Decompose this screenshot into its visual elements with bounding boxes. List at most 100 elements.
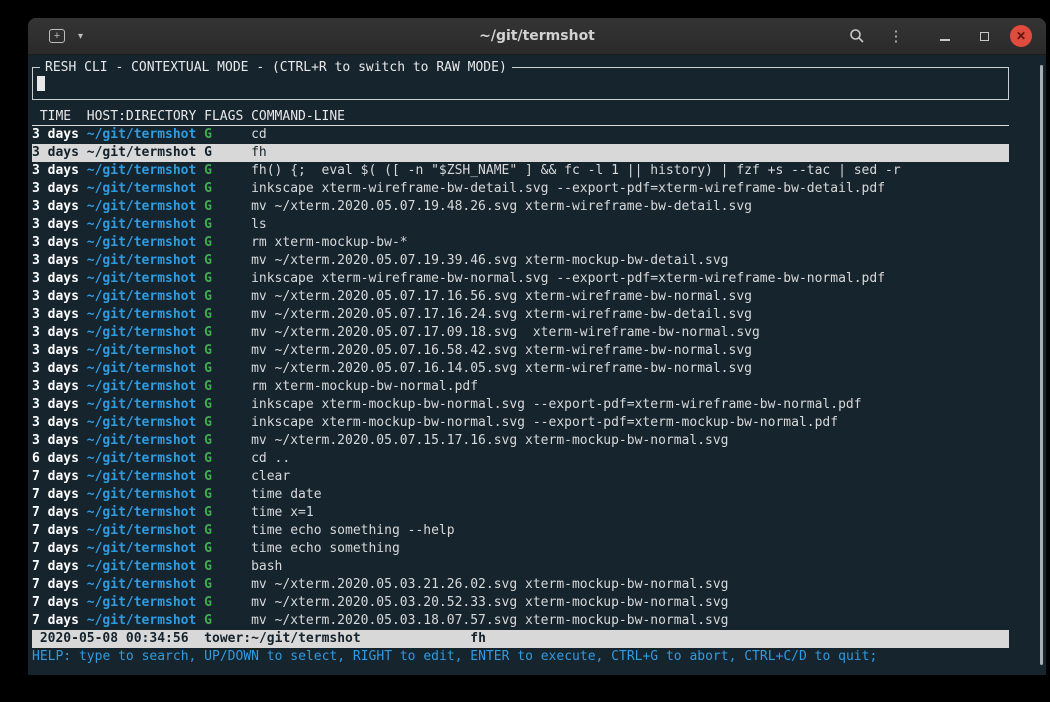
history-command: time date xyxy=(251,486,1009,504)
history-row[interactable]: 3 days ~/git/termshot G mv ~/xterm.2020.… xyxy=(32,360,1009,378)
history-row[interactable]: 3 days ~/git/termshot G mv ~/xterm.2020.… xyxy=(32,252,1009,270)
history-host-directory: ~/git/termshot xyxy=(87,378,197,396)
history-host-directory: ~/git/termshot xyxy=(87,126,197,144)
history-flags: G xyxy=(204,576,243,594)
titlebar: + ▾ ~/git/termshot ⋮ xyxy=(28,18,1046,55)
history-time: 3 days xyxy=(32,144,79,162)
history-row[interactable]: 7 days ~/git/termshot G mv ~/xterm.2020.… xyxy=(32,612,1009,630)
history-table-header: TIME HOST:DIRECTORY FLAGS COMMAND-LINE xyxy=(32,108,1009,126)
history-host-directory: ~/git/termshot xyxy=(87,396,197,414)
restore-button[interactable] xyxy=(971,23,997,49)
history-time: 3 days xyxy=(32,180,79,198)
history-flags: G xyxy=(204,414,243,432)
history-time: 7 days xyxy=(32,612,79,630)
history-flags: G xyxy=(204,198,243,216)
history-row[interactable]: 3 days ~/git/termshot G inkscape xterm-m… xyxy=(32,414,1009,432)
history-command: mv ~/xterm.2020.05.07.17.16.56.svg xterm… xyxy=(251,288,1009,306)
history-host-directory: ~/git/termshot xyxy=(87,198,197,216)
history-row[interactable]: 3 days ~/git/termshot G fh() {; eval $( … xyxy=(32,162,1009,180)
history-flags: G xyxy=(204,306,243,324)
history-row[interactable]: 3 days ~/git/termshot G fh xyxy=(32,144,1009,162)
history-host-directory: ~/git/termshot xyxy=(87,540,197,558)
kebab-menu-icon: ⋮ xyxy=(889,27,904,45)
history-row[interactable]: 3 days ~/git/termshot G inkscape xterm-w… xyxy=(32,180,1009,198)
history-command: fh xyxy=(251,144,1009,162)
history-flags: G xyxy=(204,270,243,288)
history-row[interactable]: 3 days ~/git/termshot G mv ~/xterm.2020.… xyxy=(32,324,1009,342)
menu-button[interactable]: ⋮ xyxy=(883,23,909,49)
terminal-screen[interactable]: RESH CLI - CONTEXTUAL MODE - (CTRL+R to … xyxy=(28,55,1046,675)
history-host-directory: ~/git/termshot xyxy=(87,234,197,252)
tab-dropdown-button[interactable]: ▾ xyxy=(78,31,83,42)
new-tab-icon: + xyxy=(49,29,65,43)
history-row[interactable]: 7 days ~/git/termshot G mv ~/xterm.2020.… xyxy=(32,594,1009,612)
header-time: TIME xyxy=(32,108,79,125)
resh-search-box[interactable]: RESH CLI - CONTEXTUAL MODE - (CTRL+R to … xyxy=(32,67,1009,100)
header-command-line: COMMAND-LINE xyxy=(251,108,1009,125)
history-time: 3 days xyxy=(32,198,79,216)
history-row[interactable]: 7 days ~/git/termshot G time echo someth… xyxy=(32,540,1009,558)
history-time: 3 days xyxy=(32,306,79,324)
history-flags: G xyxy=(204,450,243,468)
history-flags: G xyxy=(204,216,243,234)
history-row[interactable]: 3 days ~/git/termshot G rm xterm-mockup-… xyxy=(32,234,1009,252)
history-row[interactable]: 7 days ~/git/termshot G time echo someth… xyxy=(32,522,1009,540)
history-command: mv ~/xterm.2020.05.07.17.16.24.svg xterm… xyxy=(251,306,1009,324)
search-button[interactable] xyxy=(844,23,870,49)
history-flags: G xyxy=(204,432,243,450)
terminal-scrollbar[interactable] xyxy=(1040,65,1043,665)
minimize-button[interactable] xyxy=(932,23,958,49)
history-flags: G xyxy=(204,252,243,270)
history-command: fh() {; eval $( ([ -n "$ZSH_NAME" ] && f… xyxy=(251,162,1009,180)
history-time: 3 days xyxy=(32,396,79,414)
history-host-directory: ~/git/termshot xyxy=(87,486,197,504)
history-host-directory: ~/git/termshot xyxy=(87,306,197,324)
history-rows: 3 days ~/git/termshot G cd 3 days ~/git/… xyxy=(32,126,1009,630)
history-time: 3 days xyxy=(32,342,79,360)
history-command: mv ~/xterm.2020.05.07.15.17.16.svg xterm… xyxy=(251,432,1009,450)
history-time: 3 days xyxy=(32,270,79,288)
history-row[interactable]: 3 days ~/git/termshot G rm xterm-mockup-… xyxy=(32,378,1009,396)
history-time: 3 days xyxy=(32,252,79,270)
history-time: 6 days xyxy=(32,450,79,468)
history-row[interactable]: 7 days ~/git/termshot G time date xyxy=(32,486,1009,504)
history-flags: G xyxy=(204,126,243,144)
history-row[interactable]: 7 days ~/git/termshot G bash xyxy=(32,558,1009,576)
history-row[interactable]: 3 days ~/git/termshot G inkscape xterm-m… xyxy=(32,396,1009,414)
history-row[interactable]: 3 days ~/git/termshot G mv ~/xterm.2020.… xyxy=(32,288,1009,306)
history-time: 7 days xyxy=(32,504,79,522)
history-flags: G xyxy=(204,522,243,540)
history-time: 7 days xyxy=(32,468,79,486)
history-command: rm xterm-mockup-bw-normal.pdf xyxy=(251,378,1009,396)
history-time: 7 days xyxy=(32,594,79,612)
close-button[interactable]: ✕ xyxy=(1010,25,1032,47)
history-time: 3 days xyxy=(32,234,79,252)
history-flags: G xyxy=(204,324,243,342)
history-flags: G xyxy=(204,288,243,306)
history-time: 3 days xyxy=(32,162,79,180)
history-row[interactable]: 3 days ~/git/termshot G mv ~/xterm.2020.… xyxy=(32,342,1009,360)
history-row[interactable]: 7 days ~/git/termshot G mv ~/xterm.2020.… xyxy=(32,576,1009,594)
history-command: cd .. xyxy=(251,450,1009,468)
history-row[interactable]: 7 days ~/git/termshot G clear xyxy=(32,468,1009,486)
history-flags: G xyxy=(204,396,243,414)
history-row[interactable]: 7 days ~/git/termshot G time x=1 xyxy=(32,504,1009,522)
history-row[interactable]: 3 days ~/git/termshot G mv ~/xterm.2020.… xyxy=(32,306,1009,324)
new-tab-button[interactable]: + xyxy=(42,23,72,49)
history-host-directory: ~/git/termshot xyxy=(87,252,197,270)
history-flags: G xyxy=(204,378,243,396)
history-row[interactable]: 3 days ~/git/termshot G ls xyxy=(32,216,1009,234)
history-command: mv ~/xterm.2020.05.03.20.52.33.svg xterm… xyxy=(251,594,1009,612)
history-flags: G xyxy=(204,180,243,198)
history-host-directory: ~/git/termshot xyxy=(87,558,197,576)
history-row[interactable]: 3 days ~/git/termshot G mv ~/xterm.2020.… xyxy=(32,198,1009,216)
history-row[interactable]: 3 days ~/git/termshot G cd xyxy=(32,126,1009,144)
header-host-directory: HOST:DIRECTORY xyxy=(87,108,197,125)
history-row[interactable]: 3 days ~/git/termshot G mv ~/xterm.2020.… xyxy=(32,432,1009,450)
history-flags: G xyxy=(204,540,243,558)
history-row[interactable]: 6 days ~/git/termshot G cd .. xyxy=(32,450,1009,468)
history-row[interactable]: 3 days ~/git/termshot G inkscape xterm-w… xyxy=(32,270,1009,288)
status-datetime: 2020-05-08 00:34:56 xyxy=(40,630,189,648)
resh-mode-title: RESH CLI - CONTEXTUAL MODE - (CTRL+R to … xyxy=(40,59,512,77)
history-host-directory: ~/git/termshot xyxy=(87,414,197,432)
